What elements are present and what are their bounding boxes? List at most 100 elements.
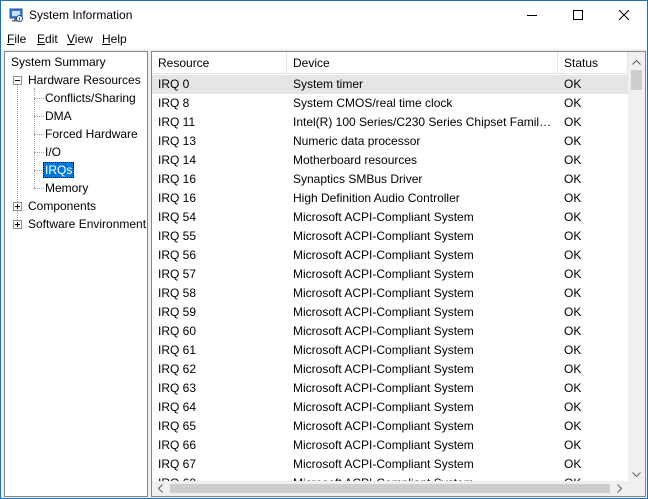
cell-status: OK <box>564 153 582 167</box>
cell-status: OK <box>564 343 582 357</box>
tree-item-label: Components <box>28 199 97 213</box>
table-row[interactable]: IRQ 65 Microsoft ACPI-Compliant System OK <box>152 417 628 436</box>
cell-device: Microsoft ACPI-Compliant System <box>293 248 474 262</box>
tree-item-hardware-resources[interactable]: Hardware Resources <box>26 72 143 90</box>
table-row[interactable]: IRQ 67 Microsoft ACPI-Compliant System OK <box>152 455 628 474</box>
table-row[interactable]: IRQ 16 High Definition Audio Controller OK <box>152 189 628 208</box>
column-header-device[interactable]: Device <box>287 52 558 74</box>
menu-view[interactable]: View <box>67 32 93 46</box>
cell-device: Synaptics SMBus Driver <box>293 172 423 186</box>
table-row[interactable]: IRQ 58 Microsoft ACPI-Compliant System OK <box>152 284 628 303</box>
cell-status: OK <box>564 305 582 319</box>
cell-status: OK <box>564 400 582 414</box>
cell-status: OK <box>564 248 582 262</box>
cell-status: OK <box>564 115 582 129</box>
table-row[interactable]: IRQ 63 Microsoft ACPI-Compliant System OK <box>152 379 628 398</box>
maximize-icon <box>573 9 583 23</box>
tree-item-irqs[interactable]: IRQs <box>43 162 75 180</box>
column-header-resource[interactable]: Resource <box>152 52 287 74</box>
vertical-scroll-thumb[interactable] <box>631 70 642 90</box>
scroll-left-button[interactable] <box>152 481 169 496</box>
cell-device: Microsoft ACPI-Compliant System <box>293 210 474 224</box>
cell-device: Motherboard resources <box>293 153 418 167</box>
tree-item-software-environment[interactable]: Software Environment <box>26 216 147 234</box>
menu-edit[interactable]: Edit <box>37 32 58 46</box>
menu-file-label: ile <box>14 32 27 46</box>
cell-status: OK <box>564 229 582 243</box>
cell-resource: IRQ 57 <box>158 267 197 281</box>
tree-item-dma[interactable]: DMA <box>43 108 74 126</box>
table-row[interactable]: IRQ 61 Microsoft ACPI-Compliant System OK <box>152 341 628 360</box>
menu-edit-accel: E <box>37 32 46 46</box>
tree-item-memory[interactable]: Memory <box>43 180 90 198</box>
cell-resource: IRQ 59 <box>158 305 197 319</box>
table-row[interactable]: IRQ 60 Microsoft ACPI-Compliant System OK <box>152 322 628 341</box>
close-button[interactable] <box>601 1 647 30</box>
minimize-button[interactable] <box>509 1 555 30</box>
cell-resource: IRQ 55 <box>158 229 197 243</box>
table-row[interactable]: IRQ 54 Microsoft ACPI-Compliant System OK <box>152 208 628 227</box>
tree-item-label: IRQs <box>43 162 75 178</box>
close-icon <box>618 9 630 23</box>
cell-status: OK <box>564 324 582 338</box>
cell-resource: IRQ 63 <box>158 381 197 395</box>
menu-file[interactable]: File <box>7 32 26 46</box>
table-row[interactable]: IRQ 13 Numeric data processor OK <box>152 132 628 151</box>
details-list[interactable]: Resource Device Status IRQ 0 System timer… <box>151 51 646 497</box>
tree-item-conflicts-sharing[interactable]: Conflicts/Sharing <box>43 90 138 108</box>
cell-status: OK <box>564 172 582 186</box>
scrollbar-corner <box>628 481 645 496</box>
system-information-icon <box>9 8 23 22</box>
collapse-icon[interactable] <box>13 76 22 85</box>
cell-resource: IRQ 54 <box>158 210 197 224</box>
tree-item-system-summary[interactable]: System Summary <box>9 54 108 72</box>
cell-resource: IRQ 16 <box>158 191 197 205</box>
cell-status: OK <box>564 474 624 481</box>
tree-item-io[interactable]: I/O <box>43 144 63 162</box>
cell-device: Microsoft ACPI-Compliant System <box>293 324 474 338</box>
table-row[interactable]: IRQ 11 Intel(R) 100 Series/C230 Series Ch… <box>152 113 628 132</box>
tree-connector <box>34 88 35 188</box>
table-row[interactable]: IRQ 68 Microsoft ACPI-Compliant System OK <box>152 474 628 481</box>
cell-resource: IRQ 64 <box>158 400 197 414</box>
category-tree[interactable]: System Summary Hardware Resources Confli… <box>4 51 148 497</box>
cell-resource: IRQ 0 <box>158 77 190 91</box>
scroll-down-button[interactable] <box>628 464 645 481</box>
table-row[interactable]: IRQ 64 Microsoft ACPI-Compliant System OK <box>152 398 628 417</box>
table-row[interactable]: IRQ 55 Microsoft ACPI-Compliant System OK <box>152 227 628 246</box>
table-row[interactable]: IRQ 16 Synaptics SMBus Driver OK <box>152 170 628 189</box>
expand-icon[interactable] <box>13 220 22 229</box>
tree-item-components[interactable]: Components <box>26 198 98 216</box>
table-row[interactable]: IRQ 8 System CMOS/real time clock OK <box>152 94 628 113</box>
horizontal-scrollbar[interactable] <box>152 481 628 496</box>
tree-item-forced-hardware[interactable]: Forced Hardware <box>43 126 140 144</box>
table-row[interactable]: IRQ 62 Microsoft ACPI-Compliant System OK <box>152 360 628 379</box>
expand-icon[interactable] <box>13 202 22 211</box>
menu-view-accel: V <box>67 32 75 46</box>
table-row[interactable]: IRQ 59 Microsoft ACPI-Compliant System OK <box>152 303 628 322</box>
cell-resource: IRQ 60 <box>158 324 197 338</box>
window-title: System Information <box>29 8 133 22</box>
menu-bar: File Edit View Help <box>1 30 647 49</box>
scroll-up-button[interactable] <box>628 52 645 69</box>
maximize-button[interactable] <box>555 1 601 30</box>
title-bar[interactable]: System Information <box>1 1 647 30</box>
tree-item-label: Memory <box>45 181 89 195</box>
column-header-status[interactable]: Status <box>558 52 628 74</box>
cell-status: OK <box>564 381 582 395</box>
table-row[interactable]: IRQ 14 Motherboard resources OK <box>152 151 628 170</box>
horizontal-scroll-thumb[interactable] <box>170 484 610 493</box>
menu-help-accel: H <box>102 32 111 46</box>
menu-help[interactable]: Help <box>102 32 127 46</box>
minimize-icon <box>527 9 537 23</box>
tree-item-label: Conflicts/Sharing <box>45 91 136 105</box>
table-row[interactable]: IRQ 66 Microsoft ACPI-Compliant System OK <box>152 436 628 455</box>
chevron-up-icon <box>632 54 641 68</box>
cell-status: OK <box>564 419 582 433</box>
cell-device: Microsoft ACPI-Compliant System <box>293 362 474 376</box>
vertical-scrollbar[interactable] <box>628 52 645 481</box>
scroll-right-button[interactable] <box>611 481 628 496</box>
table-row[interactable]: IRQ 56 Microsoft ACPI-Compliant System OK <box>152 246 628 265</box>
table-row[interactable]: IRQ 57 Microsoft ACPI-Compliant System OK <box>152 265 628 284</box>
table-row[interactable]: IRQ 0 System timer OK <box>152 75 628 94</box>
